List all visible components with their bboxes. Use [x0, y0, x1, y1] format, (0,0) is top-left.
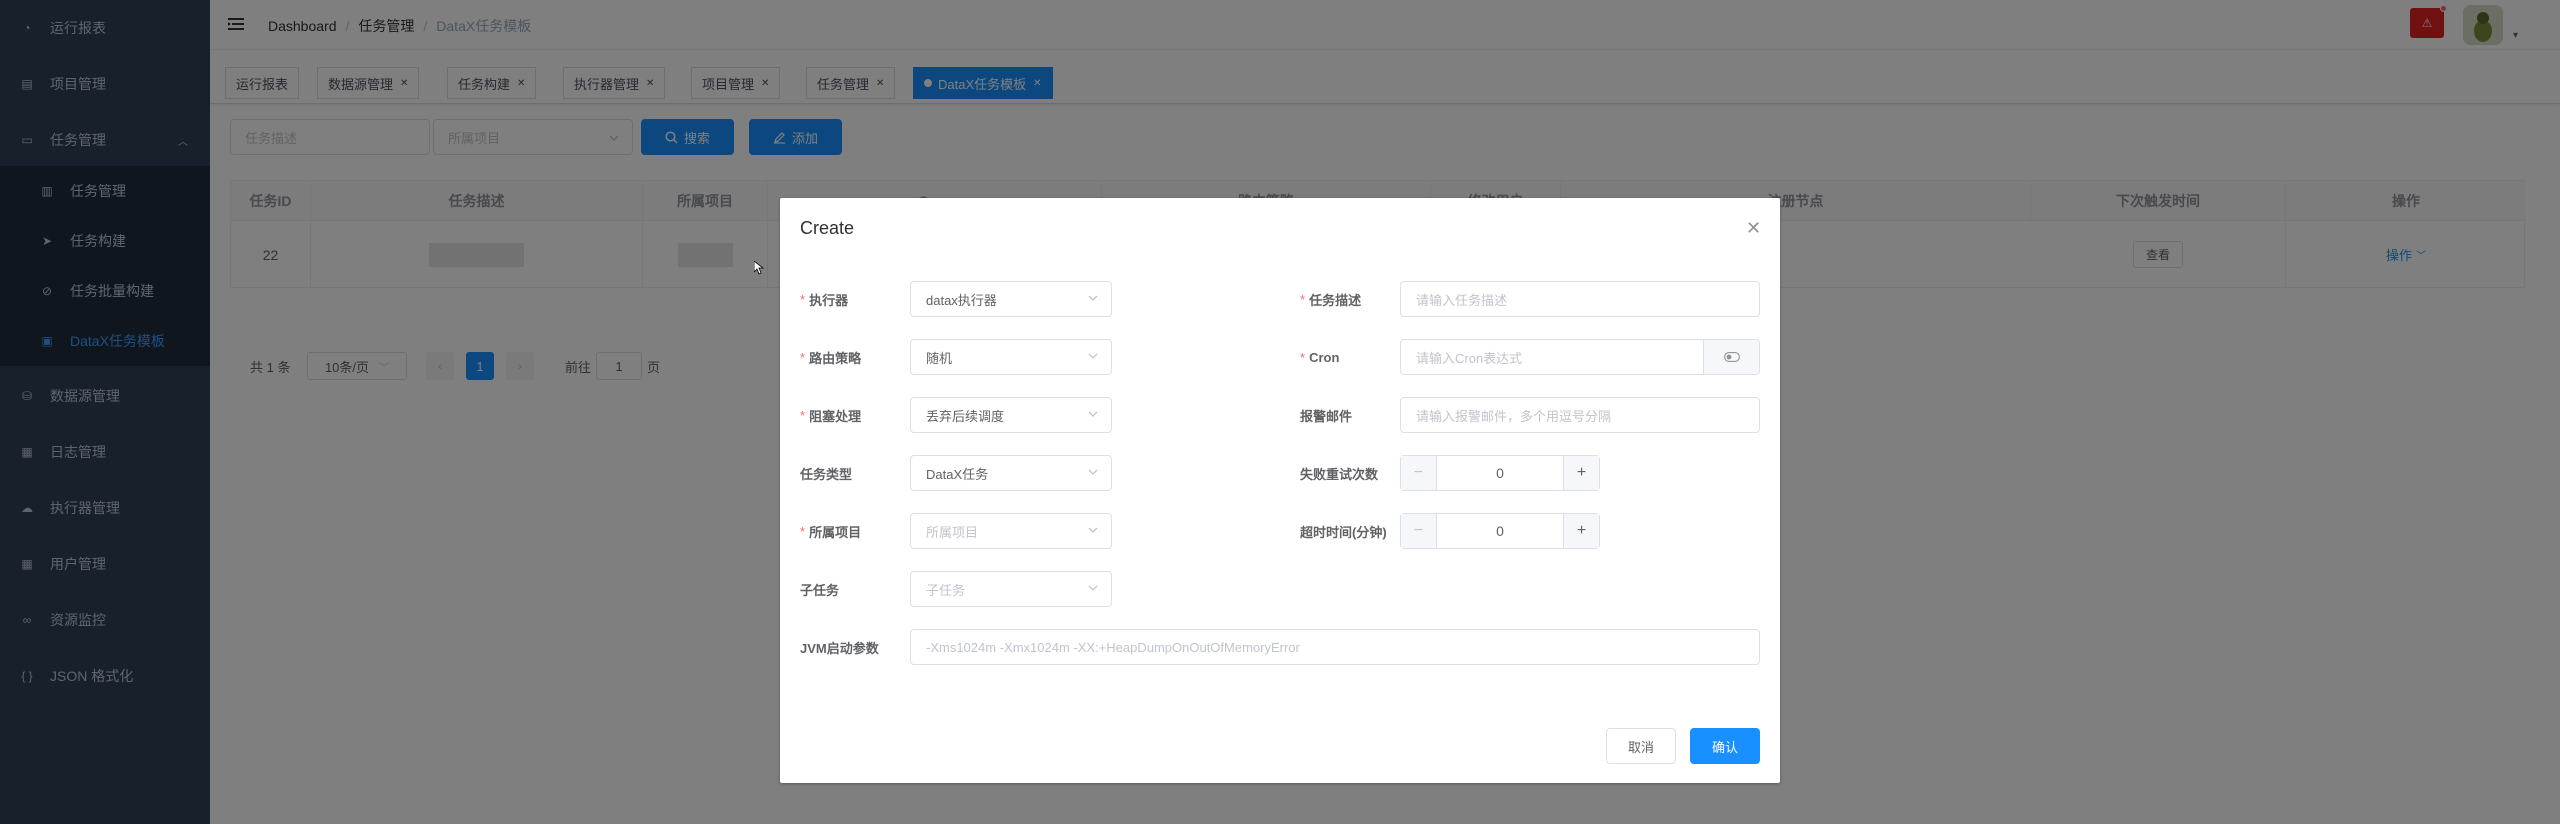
label-text: 任务描述: [1309, 292, 1362, 308]
close-icon[interactable]: ✕: [1746, 218, 1761, 239]
child-task-select[interactable]: 子任务: [910, 571, 1112, 607]
required-mark: *: [800, 349, 806, 365]
label-text: 所属项目: [809, 524, 862, 540]
stepper-value[interactable]: 0: [1437, 456, 1563, 490]
label-text: Cron: [1309, 349, 1340, 365]
placeholder-text: -Xms1024m -Xmx1024m -XX:+HeapDumpOnOutOf…: [926, 639, 1300, 655]
required-mark: *: [800, 523, 806, 539]
route-select[interactable]: 随机: [910, 339, 1112, 375]
timeout-stepper[interactable]: − 0 +: [1400, 513, 1600, 549]
label-text: 子任务: [800, 582, 840, 598]
required-mark: *: [1300, 349, 1306, 365]
placeholder-text: 所属项目: [926, 524, 979, 540]
mouse-cursor-icon: [754, 261, 764, 275]
select-value: 丢弃后续调度: [926, 408, 1005, 424]
label-text: 超时时间(分钟): [1300, 524, 1387, 540]
confirm-button[interactable]: 确认: [1690, 728, 1760, 764]
task-type-select[interactable]: DataX任务: [910, 455, 1112, 491]
select-value: 随机: [926, 350, 953, 366]
decrement-button[interactable]: −: [1401, 514, 1437, 548]
placeholder-text: 请输入报警邮件，多个用逗号分隔: [1416, 408, 1612, 424]
label-text: 阻塞处理: [809, 408, 862, 424]
jvm-label: JVM启动参数: [780, 629, 890, 665]
select-value: datax执行器: [926, 292, 997, 308]
required-mark: *: [800, 291, 806, 307]
placeholder-text: 子任务: [926, 582, 966, 598]
label-text: 路由策略: [809, 350, 862, 366]
required-mark: *: [800, 407, 806, 423]
alarm-email-input[interactable]: 请输入报警邮件，多个用逗号分隔: [1400, 397, 1760, 433]
cron-generator-button[interactable]: [1703, 340, 1759, 374]
dialog-title: Create: [800, 218, 855, 238]
task-desc-input[interactable]: 请输入任务描述: [1400, 281, 1760, 317]
stepper-value[interactable]: 0: [1437, 514, 1563, 548]
chevron-down-icon: [1088, 469, 1098, 475]
retry-count-stepper[interactable]: − 0 +: [1400, 455, 1600, 491]
label-text: 任务类型: [800, 466, 853, 482]
executor-label: * 执行器: [780, 281, 859, 317]
label-text: 失败重试次数: [1300, 466, 1379, 482]
chevron-down-icon: [1088, 527, 1098, 533]
jvm-input[interactable]: -Xms1024m -Xmx1024m -XX:+HeapDumpOnOutOf…: [910, 629, 1760, 665]
block-strategy-select[interactable]: 丢弃后续调度: [910, 397, 1112, 433]
label-text: JVM启动参数: [800, 640, 879, 656]
chevron-down-icon: [1088, 353, 1098, 359]
route-label: * 路由策略: [780, 339, 880, 375]
project-select[interactable]: 所属项目: [910, 513, 1112, 549]
increment-button[interactable]: +: [1563, 514, 1599, 548]
task-type-label: 任务类型: [780, 455, 880, 491]
block-strategy-label: * 阻塞处理: [780, 397, 880, 433]
chevron-down-icon: [1088, 295, 1098, 301]
chevron-down-icon: [1088, 585, 1098, 591]
project-label: * 所属项目: [780, 513, 880, 549]
placeholder-text: 请输入任务描述: [1416, 292, 1508, 308]
label-text: 执行器: [809, 292, 849, 308]
label-text: 报警邮件: [1300, 408, 1353, 424]
cancel-button[interactable]: 取消: [1606, 728, 1676, 764]
chevron-down-icon: [1088, 411, 1098, 417]
executor-select[interactable]: datax执行器: [910, 281, 1112, 317]
select-value: DataX任务: [926, 466, 989, 482]
child-task-label: 子任务: [780, 571, 880, 607]
create-dialog: Create ✕ * 执行器 datax执行器 * 路由策略 随机 * 阻塞处理 丢弃…: [780, 198, 1780, 783]
placeholder-text: 请输入Cron表达式: [1416, 350, 1523, 366]
required-mark: *: [1300, 291, 1306, 307]
decrement-button[interactable]: −: [1401, 456, 1437, 490]
increment-button[interactable]: +: [1563, 456, 1599, 490]
toggle-icon: [1723, 352, 1740, 362]
cron-input[interactable]: 请输入Cron表达式: [1400, 339, 1760, 375]
